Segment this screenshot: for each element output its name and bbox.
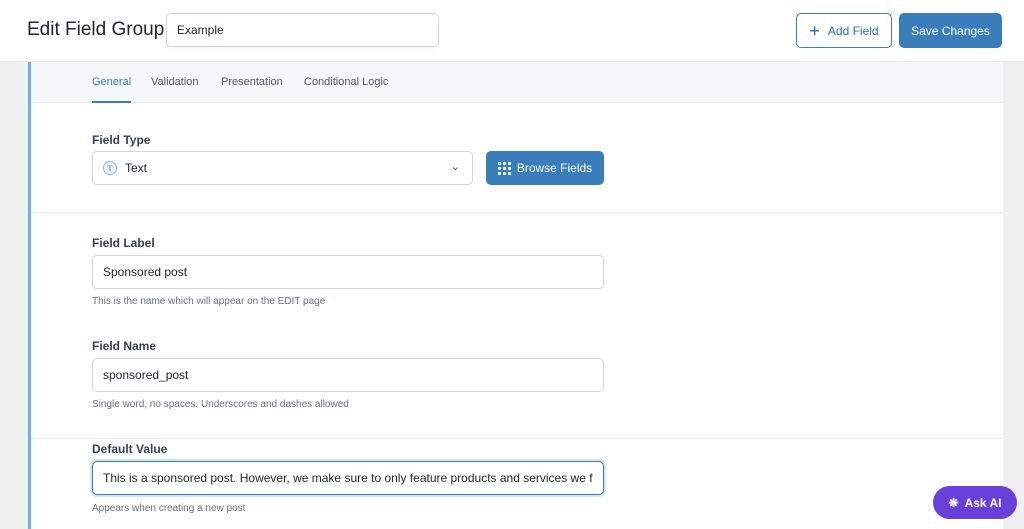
settings-tabs: General Validation Presentation Conditio… <box>31 62 1003 103</box>
tab-general[interactable]: General <box>92 76 131 88</box>
field-name-input[interactable] <box>92 358 604 392</box>
default-value-input[interactable] <box>92 461 604 495</box>
field-label-label: Field Label <box>92 236 155 250</box>
plus-icon: + <box>809 22 820 40</box>
field-label-help: This is the name which will appear on th… <box>92 296 325 307</box>
ask-ai-button[interactable]: ❋ Ask AI <box>933 486 1017 519</box>
chevron-down-icon: ⌄ <box>451 160 460 173</box>
field-group-title-input[interactable] <box>166 13 439 47</box>
page-header: Edit Field Group + Add Field Save Changes <box>0 0 1024 62</box>
grid-icon <box>498 162 511 175</box>
tab-validation[interactable]: Validation <box>151 76 199 88</box>
browse-fields-button[interactable]: Browse Fields <box>486 151 604 185</box>
divider <box>31 212 1003 213</box>
field-settings-panel: General Validation Presentation Conditio… <box>28 62 1003 529</box>
tab-conditional-logic[interactable]: Conditional Logic <box>304 76 388 88</box>
tab-presentation[interactable]: Presentation <box>221 76 283 88</box>
default-value-help: Appears when creating a new post <box>92 503 245 514</box>
text-type-icon: T <box>103 161 117 175</box>
field-name-help: Single word, no spaces. Underscores and … <box>92 399 349 410</box>
save-changes-button[interactable]: Save Changes <box>899 13 1002 48</box>
field-type-select[interactable]: T Text ⌄ <box>92 151 473 185</box>
field-name-label: Field Name <box>92 339 156 353</box>
add-field-button[interactable]: + Add Field <box>796 13 892 48</box>
field-type-value: Text <box>125 161 147 175</box>
add-field-label: Add Field <box>828 24 879 38</box>
browse-fields-label: Browse Fields <box>517 161 592 175</box>
sparkle-icon: ❋ <box>949 496 959 510</box>
divider <box>31 438 1003 439</box>
page-title: Edit Field Group <box>27 19 164 41</box>
default-value-label: Default Value <box>92 442 167 456</box>
ask-ai-label: Ask AI <box>965 496 1002 510</box>
field-type-label: Field Type <box>92 133 150 147</box>
field-label-input[interactable] <box>92 255 604 289</box>
